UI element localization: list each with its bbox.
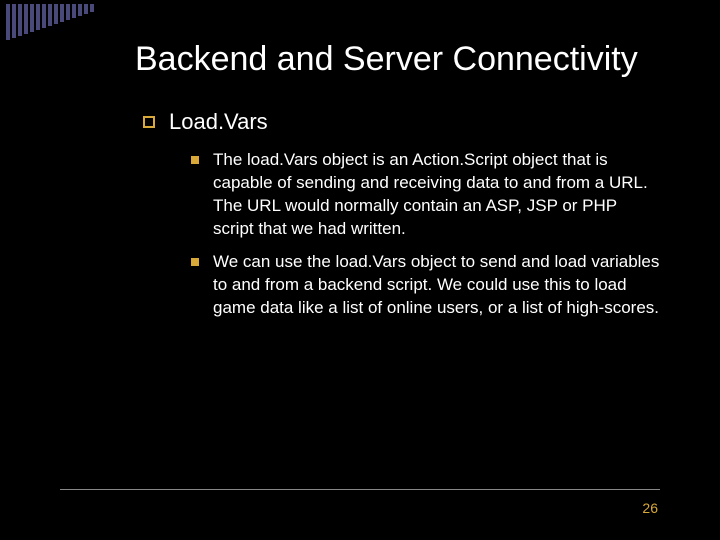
footer-divider [60,489,660,490]
page-number: 26 [642,500,658,516]
bullet-outline-icon [143,116,155,128]
list-item-level2: The load.Vars object is an Action.Script… [191,149,660,241]
slide-title: Backend and Server Connectivity [135,40,660,79]
slide-content: Backend and Server Connectivity Load.Var… [135,40,660,330]
list-item-level2: We can use the load.Vars object to send … [191,251,660,320]
bullet-solid-icon [191,156,199,164]
corner-stripes [0,0,94,40]
level1-text: Load.Vars [169,109,268,135]
bullet-solid-icon [191,258,199,266]
list-item-level1: Load.Vars [143,109,660,135]
level2-text: We can use the load.Vars object to send … [213,251,660,320]
level2-text: The load.Vars object is an Action.Script… [213,149,660,241]
